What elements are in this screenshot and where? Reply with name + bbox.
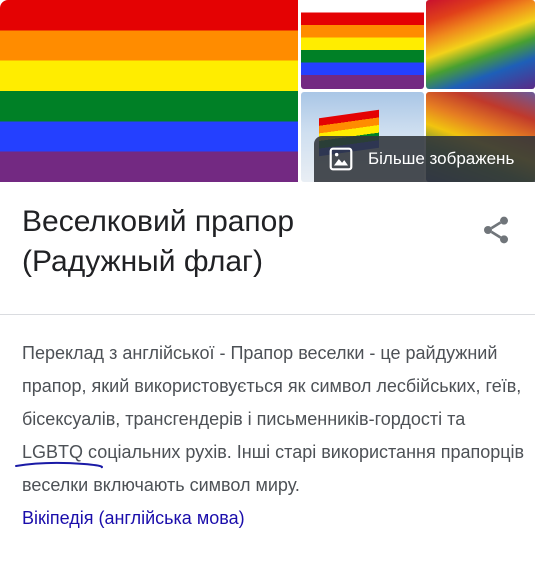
image-icon	[329, 147, 353, 171]
highlighted-term-text: LGBTQ	[22, 442, 84, 462]
highlighted-term: LGBTQ	[15, 436, 104, 469]
flag-thumbnail-1[interactable]	[301, 0, 424, 89]
description: Переклад з англійської - Прапор веселки …	[15, 337, 527, 535]
page-title: Веселковий прапор (Радужный флаг)	[22, 205, 295, 278]
main-flag-image[interactable]	[0, 0, 298, 182]
flag-thumbnail-2[interactable]	[426, 0, 535, 89]
wikipedia-link[interactable]: Вікіпедія (англійська мова)	[22, 508, 245, 528]
more-images-label: Більше зображень	[368, 149, 515, 168]
image-grid: Більше зображень	[0, 0, 535, 182]
divider	[0, 314, 535, 315]
knowledge-panel: Більше зображень Веселковий прапор (Раду…	[0, 0, 535, 586]
more-images-button[interactable]: Більше зображень	[314, 136, 535, 182]
ink-underline-annotation	[15, 461, 104, 469]
share-icon[interactable]	[480, 214, 512, 246]
title-section: Веселковий прапор (Радужный флаг)	[22, 202, 452, 282]
description-text-before: Переклад з англійської - Прапор веселки …	[22, 343, 522, 429]
